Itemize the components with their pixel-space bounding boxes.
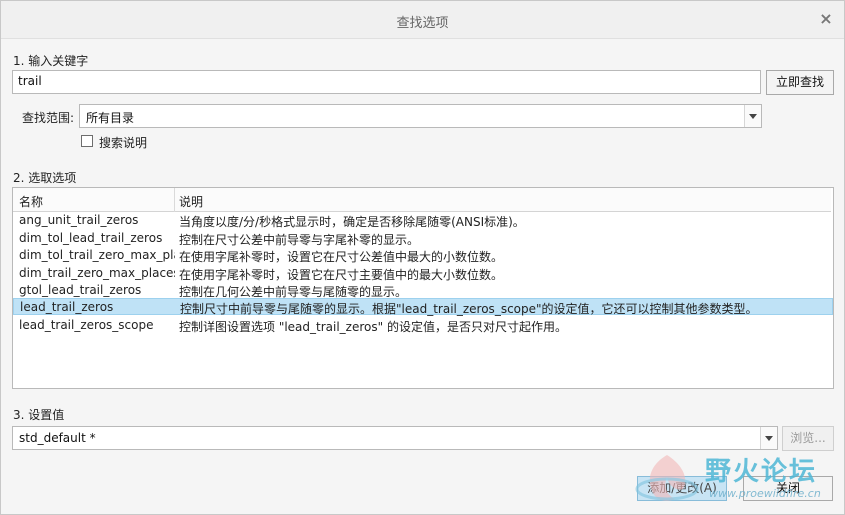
row-name: dim_tol_trail_zero_max_pla: [19, 248, 175, 262]
row-name: dim_trail_zero_max_places: [19, 265, 175, 280]
watermark-brand: 野火论坛: [705, 457, 818, 487]
value-select[interactable]: std_default *: [12, 426, 778, 450]
table-row[interactable]: dim_trail_zero_max_places 在使用字尾补零时，设置它在尺…: [13, 265, 833, 282]
column-divider: [174, 188, 175, 212]
column-header-name[interactable]: 名称: [19, 193, 43, 210]
row-description: 控制尺寸中前导零与尾随零的显示。根据"lead_trail_zeros_scop…: [180, 302, 758, 316]
row-name: ang_unit_trail_zeros: [19, 213, 139, 227]
row-description: 控制详图设置选项 "lead_trail_zeros" 的设定值，是否只对尺寸起…: [179, 320, 567, 334]
table-row[interactable]: ang_unit_trail_zeros 当角度以度/分/秒格式显示时，确定是否…: [13, 212, 833, 229]
section-select-label: 2. 选取选项: [13, 171, 77, 185]
keyword-input[interactable]: trail: [12, 70, 761, 94]
row-description: 在使用字尾补零时，设置它在尺寸主要值中的最大小数位数。: [179, 267, 504, 282]
table-row[interactable]: gtol_lead_trail_zeros 控制在几何公差中前导零与尾随零的显示…: [13, 282, 833, 299]
row-description: 控制在尺寸公差中前导零与字尾补零的显示。: [179, 232, 420, 247]
row-name: lead_trail_zeros_scope: [19, 318, 154, 332]
row-description: 在使用字尾补零时，设置它在尺寸公差值中最大的小数位数。: [179, 250, 504, 264]
search-now-button[interactable]: 立即查找: [766, 70, 834, 95]
value-select-value: std_default *: [19, 431, 96, 445]
dialog-title: 查找选项: [396, 16, 449, 31]
scope-select-value: 所有目录: [86, 111, 135, 125]
row-name: dim_tol_lead_trail_zeros: [19, 230, 163, 245]
row-name: gtol_lead_trail_zeros: [19, 283, 142, 297]
row-name: lead_trail_zeros: [20, 300, 114, 314]
watermark: 野火论坛 www.proewildfire.cn: [631, 449, 841, 509]
chevron-down-icon[interactable]: [760, 427, 777, 449]
search-description-label: 搜索说明: [99, 136, 148, 150]
find-options-dialog: 查找选项 × 1. 输入关键字 trail 立即查找 查找范围: 所有目录 搜索…: [0, 0, 845, 515]
chevron-down-icon[interactable]: [744, 105, 761, 127]
search-description-checkbox[interactable]: [81, 135, 93, 147]
table-row-selected[interactable]: lead_trail_zeros 控制尺寸中前导零与尾随零的显示。根据"lead…: [13, 298, 833, 316]
title-bar: 查找选项 ×: [1, 1, 844, 39]
row-description: 当角度以度/分/秒格式显示时，确定是否移除尾随零(ANSI标准)。: [179, 215, 525, 229]
section-keyword-label: 1. 输入关键字: [13, 54, 89, 68]
browse-button[interactable]: 浏览...: [782, 426, 834, 451]
table-row[interactable]: dim_tol_trail_zero_max_pla 在使用字尾补零时，设置它在…: [13, 247, 833, 264]
options-list[interactable]: 名称 说明 ang_unit_trail_zeros 当角度以度/分/秒格式显示…: [12, 187, 834, 389]
watermark-url: www.proewildfire.cn: [709, 487, 821, 500]
close-icon[interactable]: ×: [818, 11, 834, 27]
column-header-description[interactable]: 说明: [179, 193, 203, 210]
table-row[interactable]: dim_tol_lead_trail_zeros 控制在尺寸公差中前导零与字尾补…: [13, 230, 833, 247]
scope-select[interactable]: 所有目录: [79, 104, 762, 128]
section-value-label: 3. 设置值: [13, 408, 65, 422]
scope-label: 查找范围:: [22, 111, 75, 125]
table-row[interactable]: lead_trail_zeros_scope 控制详图设置选项 "lead_tr…: [13, 317, 833, 334]
wildfire-logo-icon: [635, 455, 699, 501]
list-header: 名称 说明: [13, 188, 831, 212]
